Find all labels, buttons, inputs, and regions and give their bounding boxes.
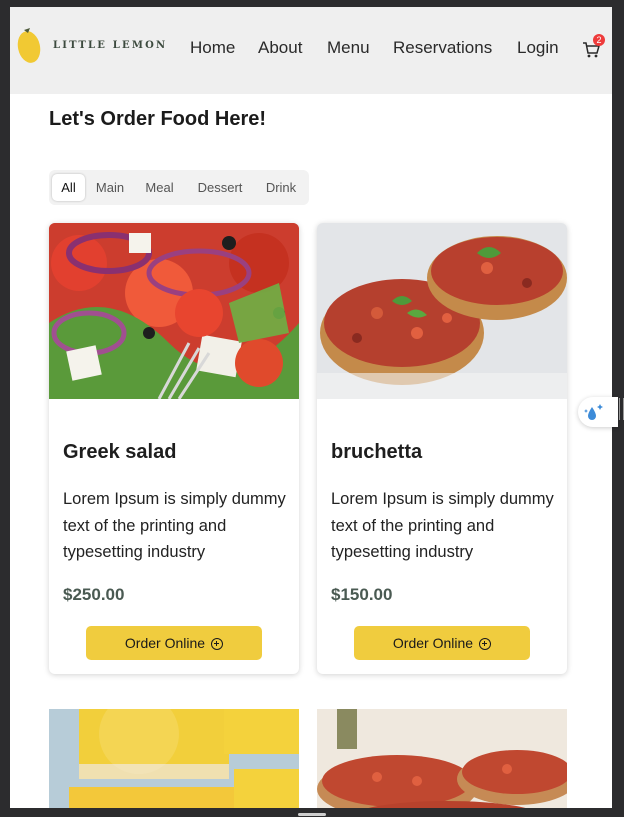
- bruschetta-platter-image: [317, 709, 567, 808]
- plus-circle-icon: [211, 638, 224, 650]
- cart-count-badge: 2: [593, 34, 605, 46]
- page-title: Let's Order Food Here!: [49, 108, 267, 130]
- card-price: $150.00: [331, 585, 393, 604]
- menu-card-bruschetta-platter: [317, 709, 567, 808]
- card-price: $250.00: [63, 585, 125, 604]
- menu-card-greek-salad: Greek salad Lorem Ipsum is simply dummy …: [49, 223, 299, 674]
- menu-card-bruchetta: bruchetta Lorem Ipsum is simply dummy te…: [317, 223, 567, 674]
- app-window: LITTLE LEMON Home About Menu Reservation…: [10, 7, 612, 808]
- lemon-icon: [17, 28, 41, 63]
- floating-assistant-button[interactable]: [578, 397, 618, 427]
- home-indicator: [298, 813, 326, 816]
- nav-menu[interactable]: Menu: [327, 38, 370, 58]
- lemon-dessert-image: [49, 709, 299, 808]
- tab-all[interactable]: All: [52, 174, 85, 201]
- order-online-label: Order Online: [124, 635, 206, 651]
- card-title: bruchetta: [331, 441, 423, 463]
- brand-logo[interactable]: LITTLE LEMON: [16, 26, 165, 66]
- order-online-button[interactable]: Order Online: [86, 626, 262, 660]
- bruchetta-image: [317, 223, 567, 399]
- nav-home[interactable]: Home: [190, 38, 235, 58]
- menu-card-lemon-dessert: [49, 709, 299, 808]
- card-description: Lorem Ipsum is simply dummy text of the …: [331, 490, 554, 561]
- tab-main[interactable]: Main: [89, 174, 131, 201]
- brand-name: LITTLE LEMON: [53, 40, 168, 51]
- scroll-handle[interactable]: [619, 398, 624, 420]
- order-online-label: Order Online: [392, 635, 474, 651]
- order-online-button[interactable]: Order Online: [354, 626, 530, 660]
- nav-reservations[interactable]: Reservations: [393, 38, 492, 58]
- card-description: Lorem Ipsum is simply dummy text of the …: [63, 490, 286, 561]
- tab-meal[interactable]: Meal: [137, 174, 182, 201]
- tab-drink[interactable]: Drink: [256, 174, 306, 201]
- card-title: Greek salad: [63, 441, 177, 463]
- plus-circle-icon: [479, 638, 492, 650]
- navbar: LITTLE LEMON Home About Menu Reservation…: [10, 7, 612, 94]
- nav-about[interactable]: About: [258, 38, 302, 58]
- greek-salad-image: [49, 223, 299, 399]
- category-tabs: All Main Meal Dessert Drink: [49, 170, 309, 205]
- sparkle-drop-icon: [584, 404, 603, 420]
- nav-login[interactable]: Login: [517, 38, 559, 58]
- tab-dessert[interactable]: Dessert: [188, 174, 252, 201]
